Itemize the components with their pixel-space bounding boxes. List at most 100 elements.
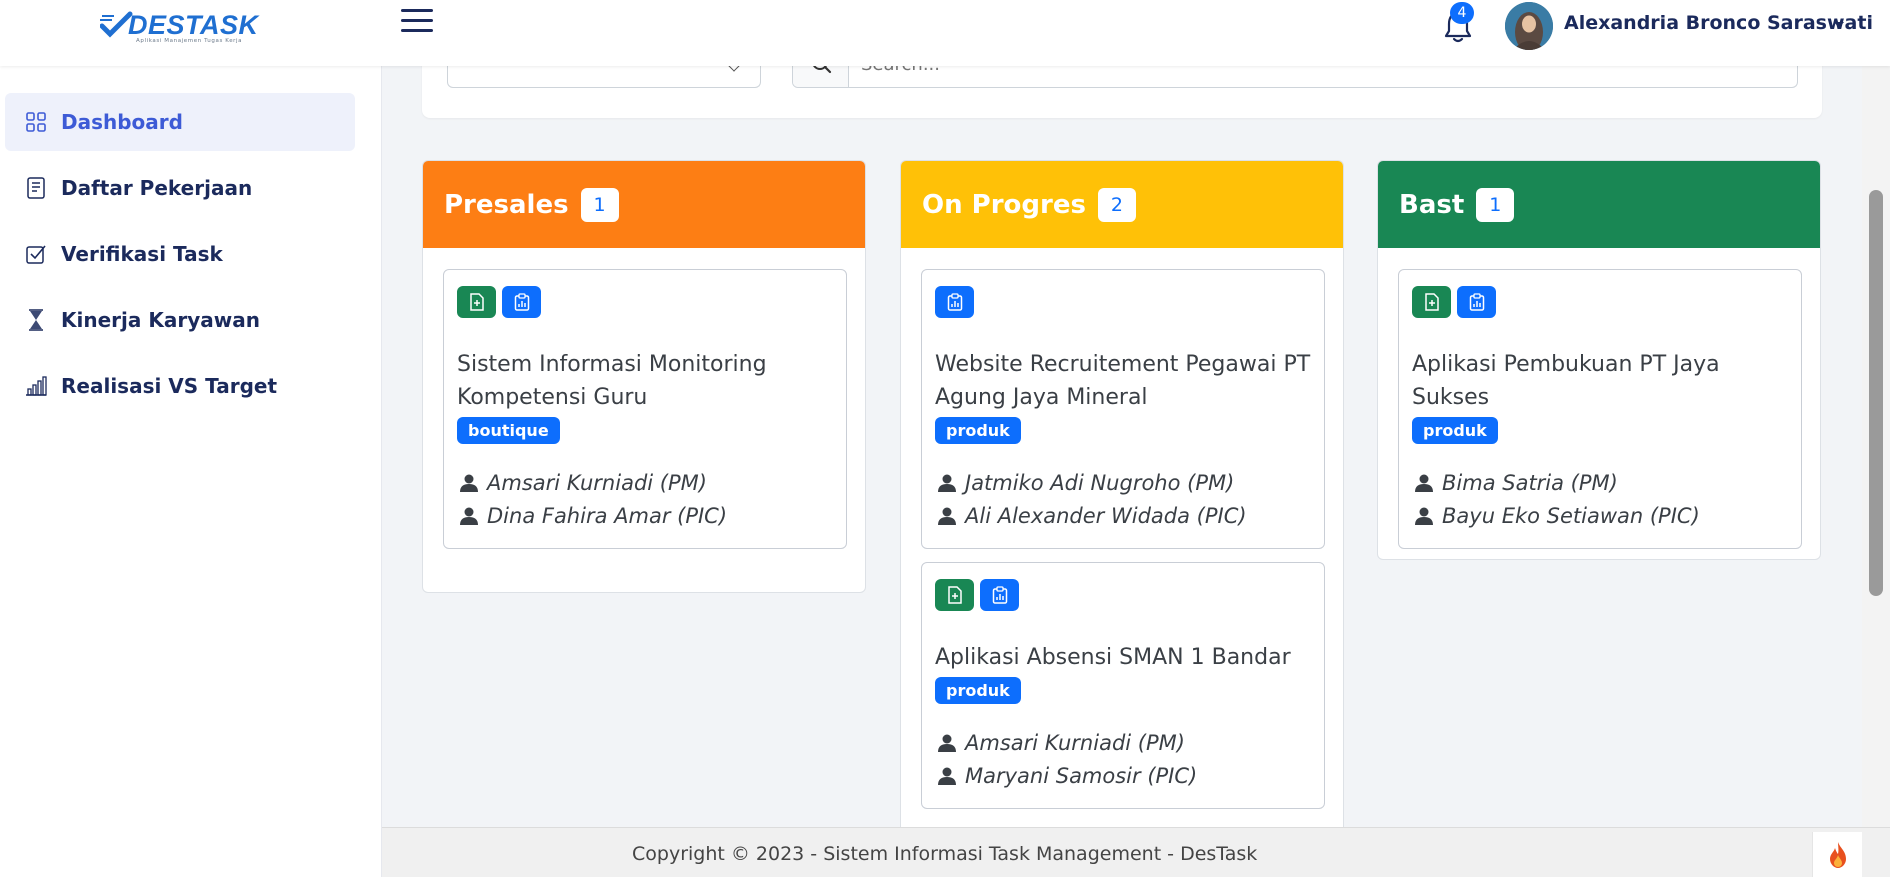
logo-wordmark: DESTASK [128,10,259,40]
hamburger-bar [401,9,433,12]
dashboard-grid-icon [25,111,47,133]
sidebar-item-label: Verifikasi Task [61,242,223,266]
sidebar-item-dashboard[interactable]: Dashboard [5,93,355,151]
task-title: Website Recruitement Pegawai PT Agung Ja… [935,352,1311,410]
user-icon [938,767,956,785]
task-people: Bima Satria (PM) Bayu Eko Setiawan (PIC) [1412,466,1788,532]
clipboard-report-icon [947,293,962,311]
sidebar-item-daftar-pekerjaan[interactable]: Daftar Pekerjaan [5,159,355,217]
column-header: Presales 1 [423,161,865,248]
filter-card: 10 [422,60,1822,118]
task-title: Aplikasi Absensi SMAN 1 Bandar [935,645,1291,670]
debug-toolbar-button[interactable] [1812,832,1862,877]
sidebar-item-verifikasi-task[interactable]: Verifikasi Task [5,225,355,283]
pic-name: Maryani Samosir (PIC) [965,763,1198,788]
file-plus-icon [947,586,962,604]
flame-icon [1829,841,1846,868]
task-report-button[interactable] [502,286,541,318]
logo-tagline: Aplikasi Manajemen Tugas Kerja [136,38,243,44]
task-pic: Dina Fahira Amar (PIC) [457,499,833,532]
clipboard-report-icon [1469,293,1484,311]
top-navbar: DESTASK Aplikasi Manajemen Tugas Kerja 4… [0,0,1890,66]
column-title: Presales [444,189,569,220]
user-icon [460,507,478,525]
task-actions [457,286,833,318]
task-report-button[interactable] [980,579,1019,611]
column-on-progres: On Progres 2 Website Recruitement Pegawa… [900,160,1344,840]
column-count-badge: 1 [1476,187,1515,222]
task-category-badge: boutique [457,417,560,444]
file-plus-icon [1424,293,1439,311]
sidebar-item-label: Realisasi VS Target [61,374,278,398]
pm-name: Amsari Kurniadi (PM) [487,470,707,495]
column-body: Aplikasi Pembukuan PT Jaya Sukses produk… [1378,248,1820,549]
task-card[interactable]: Aplikasi Pembukuan PT Jaya Sukses produk… [1398,269,1802,549]
pm-name: Jatmiko Adi Nugroho (PM) [965,470,1235,495]
bar-chart-icon [25,375,47,397]
add-document-button[interactable] [1412,286,1451,318]
task-title: Aplikasi Pembukuan PT Jaya Sukses [1412,352,1720,410]
task-people: Amsari Kurniadi (PM) Dina Fahira Amar (P… [457,466,833,532]
column-header: Bast 1 [1378,161,1820,248]
task-card[interactable]: Website Recruitement Pegawai PT Agung Ja… [921,269,1325,549]
clipboard-report-icon [992,586,1007,604]
hourglass-icon [25,309,47,331]
check-square-icon [25,243,47,265]
clipboard-report-icon [514,293,529,311]
sidebar-item-label: Kinerja Karyawan [61,308,260,332]
column-title: Bast [1399,189,1465,220]
caret-down-icon[interactable] [1834,22,1844,28]
column-count-badge: 2 [1097,187,1136,222]
column-presales: Presales 1 Sistem Informasi Monitoring K… [422,160,866,593]
notification-count-badge: 4 [1450,2,1474,24]
task-card[interactable]: Aplikasi Absensi SMAN 1 Bandar produk Am… [921,562,1325,809]
task-pm: Bima Satria (PM) [1412,466,1788,499]
user-icon [460,474,478,492]
task-people: Jatmiko Adi Nugroho (PM) Ali Alexander W… [935,466,1311,532]
task-pic: Ali Alexander Widada (PIC) [935,499,1311,532]
sidebar-item-realisasi-vs-target[interactable]: Realisasi VS Target [5,357,355,415]
pic-name: Bayu Eko Setiawan (PIC) [1442,503,1700,528]
task-pm: Amsari Kurniadi (PM) [935,726,1311,759]
footer: Copyright © 2023 - Sistem Informasi Task… [382,827,1890,877]
column-bast: Bast 1 Aplikasi Pembukuan PT Jaya Sukses… [1377,160,1821,560]
add-document-button[interactable] [457,286,496,318]
user-icon [1415,507,1433,525]
sidebar: Dashboard Daftar Pekerjaan Verifikasi Ta… [0,66,382,877]
pm-name: Bima Satria (PM) [1442,470,1618,495]
user-icon [938,474,956,492]
column-count-badge: 1 [580,187,619,222]
task-actions [935,579,1311,611]
add-document-button[interactable] [935,579,974,611]
task-pm: Jatmiko Adi Nugroho (PM) [935,466,1311,499]
task-category-badge: produk [935,417,1021,444]
sidebar-item-label: Daftar Pekerjaan [61,176,253,200]
task-title: Sistem Informasi Monitoring Kompetensi G… [457,352,767,410]
task-people: Amsari Kurniadi (PM) Maryani Samosir (PI… [935,726,1311,792]
task-report-button[interactable] [935,286,974,318]
task-pic: Maryani Samosir (PIC) [935,759,1311,792]
hamburger-bar [401,29,433,32]
sidebar-toggle-button[interactable] [401,9,433,39]
user-name-dropdown[interactable]: Alexandria Bronco Saraswati [1564,12,1873,34]
task-card[interactable]: Sistem Informasi Monitoring Kompetensi G… [443,269,847,549]
page-scrollbar[interactable] [1862,66,1890,827]
user-icon [938,507,956,525]
destask-logo[interactable]: DESTASK Aplikasi Manajemen Tugas Kerja [100,6,260,46]
copyright-text: Copyright © 2023 - Sistem Informasi Task… [632,843,1258,865]
file-plus-icon [469,293,484,311]
pic-name: Dina Fahira Amar (PIC) [487,503,728,528]
avatar-portrait-icon [1505,2,1553,50]
user-avatar[interactable] [1505,2,1553,50]
scrollbar-thumb[interactable] [1869,190,1883,596]
document-list-icon [25,177,47,199]
task-report-button[interactable] [1457,286,1496,318]
task-category-badge: produk [935,677,1021,704]
user-icon [1415,474,1433,492]
column-title: On Progres [922,189,1086,220]
task-pic: Bayu Eko Setiawan (PIC) [1412,499,1788,532]
column-header: On Progres 2 [901,161,1343,248]
sidebar-item-kinerja-karyawan[interactable]: Kinerja Karyawan [5,291,355,349]
task-pm: Amsari Kurniadi (PM) [457,466,833,499]
hamburger-bar [401,19,433,22]
